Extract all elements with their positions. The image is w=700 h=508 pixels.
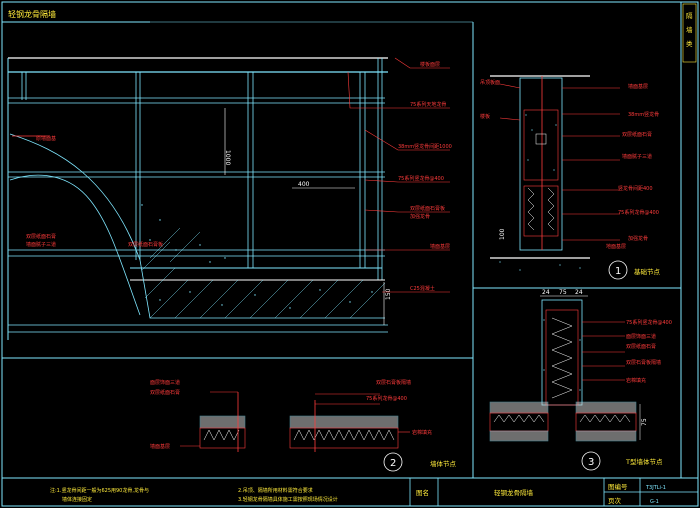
n1-label-c: 墙面基层 <box>628 83 648 90</box>
sheet-frame <box>1 1 699 507</box>
main-elevation: 400 1000 150 楼板面层 75系列天地龙骨 38mm竖龙骨间距1000… <box>7 57 452 340</box>
n3-dim-3: 24 <box>575 289 583 296</box>
n1-label-b: 楼板 <box>480 113 490 120</box>
n3-label-b: 面层饰面三道 <box>626 333 656 340</box>
label-rail: 38mm竖龙骨间距1000 <box>398 143 452 150</box>
n2-label-f: 墙面基层 <box>150 443 170 450</box>
label-stud: 75系列天地龙骨 <box>410 101 446 108</box>
label-left-b: 双层纸面石膏 <box>26 233 56 240</box>
n3-num: 3 <box>588 457 594 468</box>
n2-label-d: 75系列龙骨@400 <box>366 395 407 402</box>
note-2: 2.吊顶、隔墙所用材料需符合要求 <box>238 487 313 494</box>
note-1: 注:1.竖龙骨间距一般为625用90龙骨,龙骨与 <box>50 487 149 494</box>
n2-label-c: 双层石膏板隔墙 <box>376 379 411 386</box>
n1-caption: 基础节点 <box>634 267 661 276</box>
tb-page-label: 页次 <box>608 496 622 505</box>
n3-label-e: 岩棉填充 <box>626 377 646 384</box>
title-block: 图名 轻钢龙骨隔墙 图编号 T3JTLi-1 页次 G-1 <box>409 478 698 506</box>
n1-label-h: 75系列龙骨@400 <box>618 209 659 216</box>
n1-label-a: 吊顶板面 <box>480 79 500 86</box>
side-tab-c1: 隔 <box>686 11 693 20</box>
note-3: 3.轻钢龙骨隔墙具体施工需按照现场情况设计 <box>238 496 338 503</box>
n3-dim-2: 75 <box>559 289 567 296</box>
n3-caption: T型墙体节点 <box>625 457 663 466</box>
side-tab-c3: 类 <box>686 39 693 48</box>
side-tab: 隔 墙 类 <box>686 11 695 48</box>
n2-caption: 墙体节点 <box>430 459 457 468</box>
note-1b: 墙体连接固定 <box>62 496 92 503</box>
tb-name-label: 图名 <box>416 488 429 497</box>
label-keel: 75系列竖龙骨@400 <box>398 175 444 182</box>
dim-400: 400 <box>298 181 310 188</box>
node-2-detail: 面层饰面三道 双层纸面石膏 双层石膏板隔墙 75系列龙骨@400 岩棉填充 墙面… <box>150 379 457 472</box>
n1-dim: 100 <box>499 228 506 240</box>
n2-label-a: 面层饰面三道 <box>150 379 180 386</box>
label-c25: C25混凝土 <box>410 285 435 292</box>
side-tab-c2: 墙 <box>686 25 693 34</box>
label-mid: 双层纸面石膏板 <box>128 241 163 248</box>
node-3-detail: 24 75 24 75 75系列竖龙骨@400 面层饰面三道 双层纸面石膏 双层… <box>489 289 672 471</box>
n3-label-c: 双层纸面石膏 <box>626 343 656 350</box>
n3-label-a: 75系列竖龙骨@400 <box>626 319 672 326</box>
n1-label-d: 38mm竖龙骨 <box>628 111 659 118</box>
label-floor-top: 楼板面层 <box>420 61 440 68</box>
n3-dim-1: 24 <box>542 289 550 296</box>
n1-label-g: 竖龙骨间距400 <box>618 185 653 192</box>
drawing-sheet: 轻钢龙骨隔墙 隔 墙 类 400 1000 150 楼板面层 75系列天地龙骨 … <box>0 0 700 508</box>
sheet-title: 轻钢龙骨隔墙 <box>8 9 56 19</box>
n2-label-e: 岩棉填充 <box>412 429 432 436</box>
n2-label-b: 双层纸面石膏 <box>150 389 180 396</box>
dim-900: 1000 <box>224 150 231 165</box>
n2-num: 2 <box>390 458 396 469</box>
label-board2: 加强龙骨 <box>410 213 430 220</box>
n1-num: 1 <box>615 266 621 277</box>
n1-label-e: 双层纸面石膏 <box>622 131 652 138</box>
n3-dim: 75 <box>641 418 648 426</box>
node-1-detail: 吊顶板面 楼板 墙面基层 38mm竖龙骨 双层纸面石膏 墙面腻子三道 竖龙骨间距… <box>480 75 661 280</box>
n3-label-d: 双层石膏板隔墙 <box>626 359 661 366</box>
label-board: 双层纸面石膏板 <box>410 205 445 212</box>
tb-code-label: 图编号 <box>608 482 628 491</box>
cad-drawing: 轻钢龙骨隔墙 隔 墙 类 400 1000 150 楼板面层 75系列天地龙骨 … <box>1 1 699 507</box>
tb-name-value: 轻钢龙骨隔墙 <box>494 488 534 497</box>
tb-code-value: T3JTLi-1 <box>645 485 666 491</box>
label-wall: 墙面基层 <box>430 243 450 250</box>
n1-label-j: 地面基层 <box>606 243 626 250</box>
n1-label-f: 墙面腻子三道 <box>622 153 652 160</box>
n1-label-i: 加强龙骨 <box>628 235 648 242</box>
dim-150: 150 <box>385 288 392 300</box>
label-left-a: 原墙面基 <box>36 135 56 142</box>
label-left-c: 墙面腻子三道 <box>26 241 56 248</box>
tb-page-value: G-1 <box>650 499 659 505</box>
